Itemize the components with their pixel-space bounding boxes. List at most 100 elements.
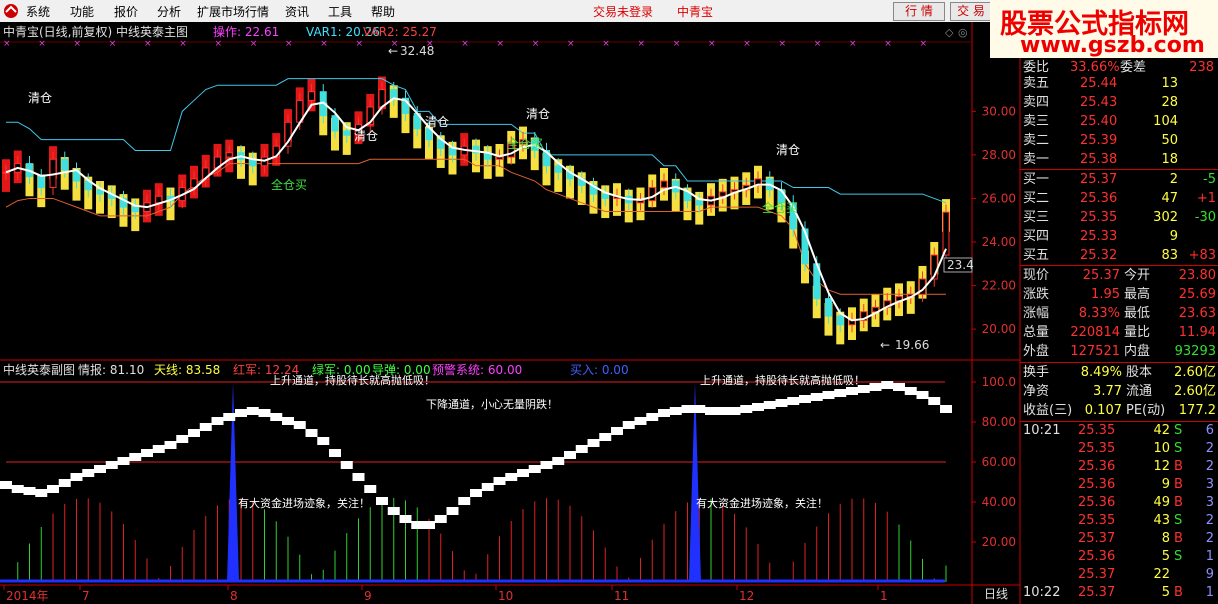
indicator-block: [246, 407, 259, 415]
indicator-block: [211, 417, 224, 425]
panel-close-icon[interactable]: ◎: [958, 26, 968, 39]
y-tick-label: 26.00: [982, 191, 1016, 205]
app-logo-icon: [4, 4, 18, 18]
price: 25.36: [1078, 477, 1116, 492]
count: 2: [1205, 459, 1214, 474]
volume: 42: [1153, 423, 1170, 438]
price: 25.37: [1078, 567, 1116, 582]
trade-button[interactable]: 交 易: [950, 2, 992, 21]
marker: ×: [638, 39, 646, 49]
menu-help[interactable]: 帮助: [371, 3, 395, 20]
price: 25.37: [1080, 172, 1118, 187]
menu-quote[interactable]: 报价: [114, 3, 138, 20]
sub-text: 有大资金进场迹象，关注！: [238, 496, 370, 510]
candle-body: [449, 147, 456, 156]
marker: ×: [567, 39, 575, 49]
indicator-block: [940, 405, 952, 413]
indicator-block: [364, 485, 377, 493]
sub-text: 上升通道，持股待长就高抛低吸！: [700, 373, 865, 387]
menu-system[interactable]: 系统: [26, 3, 50, 20]
menu-analysis[interactable]: 分析: [157, 3, 181, 20]
tick-row: 25.37 8 B 2: [1020, 530, 1218, 548]
clear-annotation: 清仓: [28, 91, 52, 105]
indicator-block: [705, 407, 717, 415]
volume: 104: [1153, 114, 1178, 129]
candle-body: [155, 195, 163, 204]
mr-label: 买入: 0.00: [570, 363, 629, 377]
buy-annotation: 全仓买: [271, 177, 307, 192]
y-tick-label: 24.00: [982, 235, 1016, 249]
x-tick-label: 9: [364, 589, 372, 603]
high-price-value: 32.48: [400, 44, 434, 58]
candle-body: [331, 115, 339, 132]
price: 25.38: [1080, 152, 1118, 167]
label: PE(动): [1126, 403, 1166, 418]
indicator-block: [176, 435, 189, 443]
label: 换手: [1023, 365, 1050, 380]
candle-body: [225, 152, 233, 158]
side: B: [1174, 585, 1183, 600]
indicator-block: [481, 483, 494, 491]
bid-row: 买五 25.32 83 +83: [1020, 246, 1218, 265]
yj-label: 预警系统: 60.00: [432, 362, 522, 377]
marker: ×: [602, 39, 610, 49]
x-tick-label: 1: [880, 589, 888, 603]
indicator-block: [716, 407, 729, 415]
marker: ×: [920, 39, 928, 49]
tick-row: 10:21 25.35 42 S 6: [1020, 422, 1218, 440]
y-tick-label: 22.00: [982, 279, 1016, 293]
period-label[interactable]: 日线: [984, 587, 1008, 601]
marker: ×: [356, 39, 364, 49]
main-chart-title: 中青宝(日线,前复权) 中线英泰主图: [3, 24, 188, 39]
value: 177.2: [1178, 403, 1216, 418]
menu-function[interactable]: 功能: [70, 3, 94, 20]
brand-name: 中青宝: [677, 5, 714, 19]
volume: 12: [1153, 459, 1170, 474]
panel-toggle-icon[interactable]: ◇: [945, 26, 954, 39]
login-status[interactable]: 交易未登录: [593, 3, 653, 20]
indicator-block: [223, 413, 236, 421]
last-price-value: 23.4: [947, 258, 974, 272]
y-tick-label: 80.00: [982, 415, 1016, 429]
indicator-block: [564, 451, 576, 459]
indicator-block: [82, 469, 95, 477]
value: 3.77: [1093, 384, 1122, 399]
bid-row: 买三 25.35 302 -30: [1020, 208, 1218, 227]
marker: ×: [779, 39, 787, 49]
sub-chart-title: 中线英泰副图: [3, 362, 75, 377]
quote-button[interactable]: 行 情: [893, 2, 945, 21]
indicator-block: [752, 403, 764, 411]
indicator-block: [846, 387, 858, 395]
candle-body: [601, 193, 609, 199]
menu-tools[interactable]: 工具: [328, 3, 352, 20]
value: 25.37: [1082, 268, 1120, 283]
side: S: [1174, 513, 1183, 528]
price: 25.40: [1080, 114, 1118, 129]
indicator-block: [552, 457, 565, 465]
label: 涨跌: [1023, 287, 1050, 302]
volume: 18: [1161, 152, 1178, 167]
indicator-block: [540, 461, 553, 469]
indicator-block: [893, 383, 905, 391]
stat2-row: 换手 8.49% 股本 2.60亿: [1020, 363, 1218, 382]
indicator-block: [411, 521, 424, 529]
indicator-block: [810, 393, 823, 401]
ask-row: 卖二 25.39 50: [1020, 131, 1218, 150]
marker: ×: [497, 39, 505, 49]
menu-extended-market[interactable]: 扩展市场行情: [197, 3, 269, 20]
indicator-block: [0, 481, 12, 489]
marker: ×: [743, 39, 751, 49]
indicator-block: [505, 473, 518, 481]
price: 25.35: [1078, 423, 1116, 438]
label: 净资: [1023, 384, 1050, 399]
indicator-block: [599, 433, 612, 441]
marker: ×: [532, 39, 540, 49]
indicator-block: [235, 409, 247, 417]
label: 股本: [1126, 365, 1153, 380]
indicator-block: [611, 427, 623, 435]
candle-body: [660, 180, 668, 189]
candle-body: [554, 165, 562, 173]
label: 内盘: [1124, 344, 1151, 359]
marker: ×: [179, 39, 187, 49]
menu-news[interactable]: 资讯: [285, 3, 309, 20]
